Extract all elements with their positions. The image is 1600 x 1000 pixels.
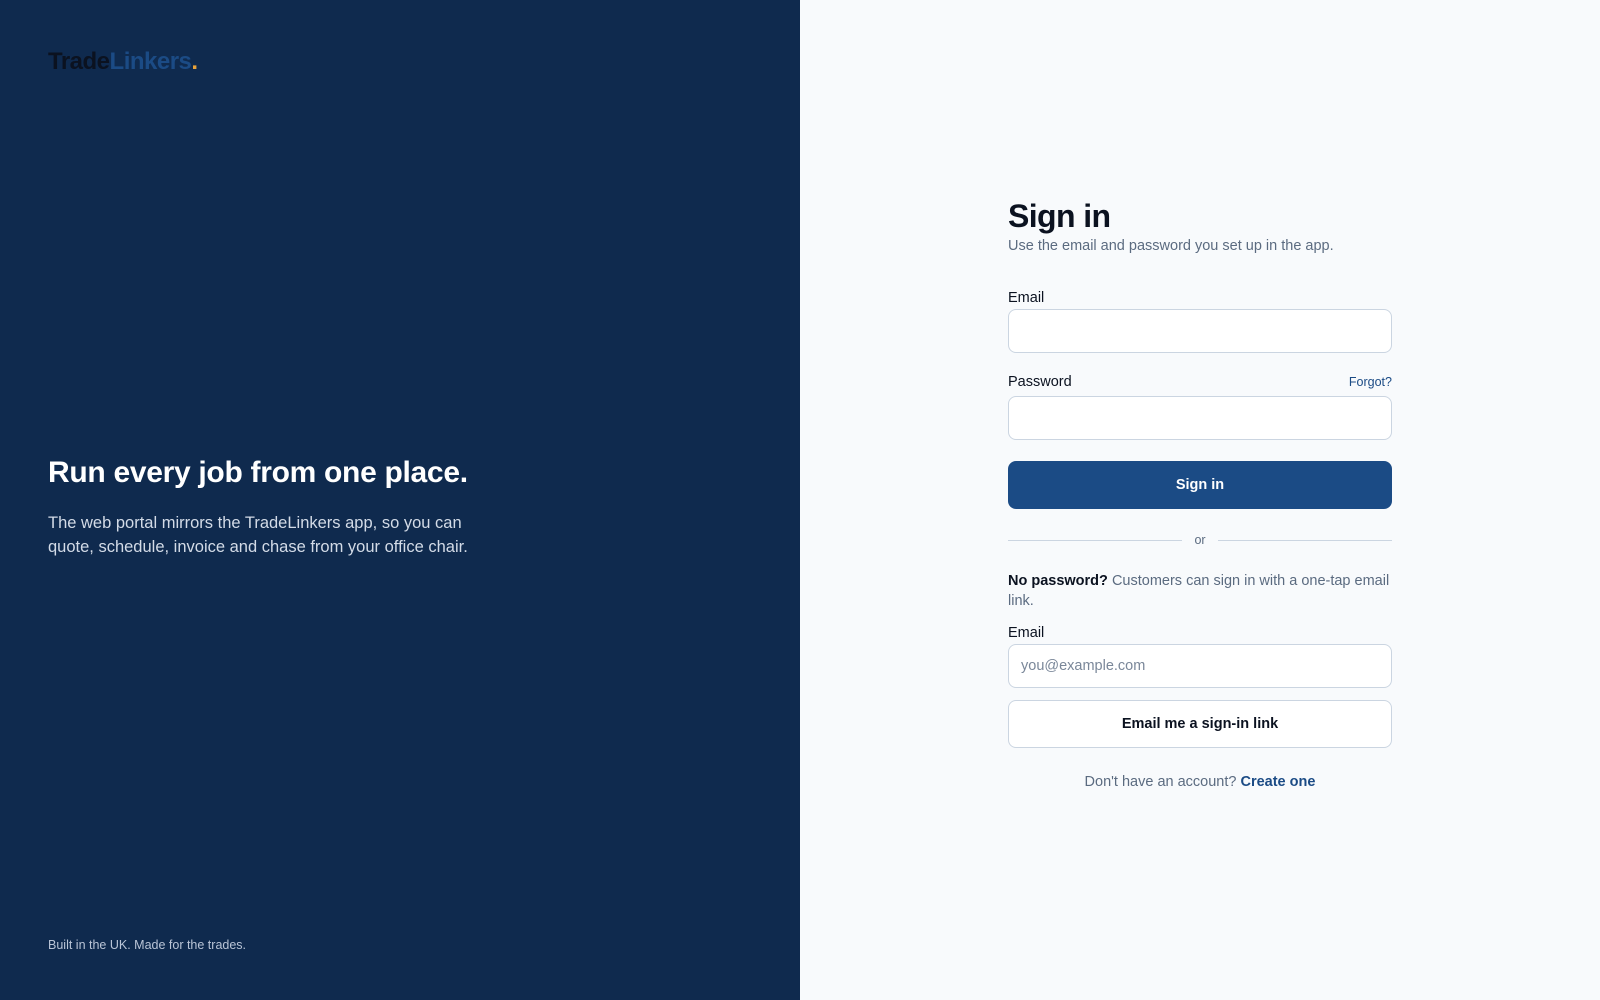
or-divider: or: [1008, 533, 1392, 547]
page-subtitle: Use the email and password you set up in…: [1008, 238, 1334, 254]
create-account-link[interactable]: Create one: [1240, 774, 1315, 790]
signin-panel: Sign in Use the email and password you s…: [800, 0, 1600, 1000]
divider-text: or: [1194, 533, 1206, 547]
password-field[interactable]: [1008, 396, 1392, 440]
hero-description: The web portal mirrors the TradeLinkers …: [48, 514, 468, 556]
hero: Run every job from one place. The web po…: [48, 455, 508, 559]
email-label: Email: [1008, 290, 1045, 306]
footer-note: Built in the UK. Made for the trades.: [48, 938, 247, 952]
email-label-row: Email: [1008, 290, 1392, 306]
divider-line-right: [1217, 539, 1392, 541]
hero-headline: Run every job from one place.: [48, 456, 468, 489]
magic-link-email-field[interactable]: [1008, 644, 1392, 688]
brand-logo-dot: .: [191, 48, 198, 75]
magic-link-description: No password? Customers can sign in with …: [1008, 571, 1392, 611]
brand-logo-part1: Trade: [48, 48, 110, 75]
signin-form: Sign in Use the email and password you s…: [1008, 196, 1392, 790]
magic-email-label-row: Email: [1008, 625, 1392, 641]
forgot-password-link[interactable]: Forgot?: [1349, 375, 1392, 389]
brand-panel: TradeLinkers. Run every job from one pla…: [0, 0, 800, 1000]
password-label-row: Password Forgot?: [1008, 374, 1392, 390]
brand-logo-part2: Linkers: [109, 48, 192, 75]
divider-line-left: [1008, 539, 1183, 541]
signup-prompt: Don't have an account? Create one: [1008, 774, 1392, 790]
brand-logo: TradeLinkers.: [48, 48, 198, 76]
signup-prompt-text: Don't have an account?: [1084, 774, 1237, 790]
email-field[interactable]: [1008, 309, 1392, 353]
sign-in-button[interactable]: Sign in: [1008, 461, 1392, 509]
magic-link-lead: No password?: [1008, 573, 1108, 589]
password-label: Password: [1008, 374, 1072, 390]
page-title: Sign in: [1008, 198, 1111, 234]
email-sign-in-link-button[interactable]: Email me a sign-in link: [1008, 700, 1392, 748]
magic-email-label: Email: [1008, 625, 1045, 641]
